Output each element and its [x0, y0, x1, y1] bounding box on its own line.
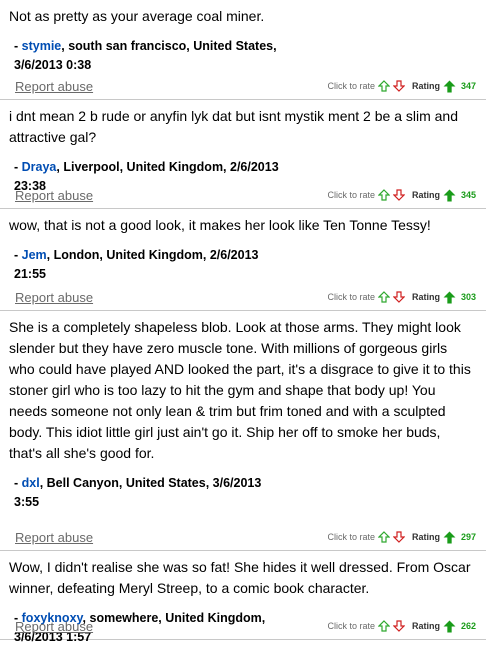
- comment-byline: - Jem, London, United Kingdom, 2/6/2013 …: [14, 246, 476, 284]
- comment-item: She is a completely shapeless blob. Look…: [0, 311, 486, 551]
- comment-username-link[interactable]: Jem: [22, 248, 47, 262]
- thumb-up-outline-icon[interactable]: [377, 620, 390, 632]
- rating-controls: Click to rate Rating 303: [327, 291, 476, 304]
- comment-username-link[interactable]: dxl: [22, 476, 40, 490]
- byline-dash: -: [14, 248, 22, 262]
- comment-location: , south san francisco, United States,: [61, 39, 277, 53]
- byline-dash: -: [14, 476, 22, 490]
- comment-text: Wow, I didn't realise she was so fat! Sh…: [9, 559, 471, 596]
- thumb-up-outline-icon[interactable]: [377, 291, 390, 303]
- report-abuse-link[interactable]: Report abuse: [15, 188, 93, 203]
- comment-byline: - dxl, Bell Canyon, United States, 3/6/2…: [14, 474, 476, 512]
- report-abuse-link[interactable]: Report abuse: [15, 530, 93, 545]
- byline-dash: -: [14, 160, 22, 174]
- comment-location: , Bell Canyon, United States, 3/6/2013: [39, 476, 262, 490]
- thumb-up-outline-icon[interactable]: [377, 80, 390, 92]
- comment-byline: - stymie, south san francisco, United St…: [14, 37, 476, 75]
- rating-controls: Click to rate Rating 345: [327, 189, 476, 202]
- click-to-rate-label: Click to rate: [327, 621, 375, 631]
- comment-item: Wow, I didn't realise she was so fat! Sh…: [0, 551, 486, 644]
- rating-label: Rating: [411, 292, 440, 302]
- rating-value: 347: [460, 81, 476, 91]
- byline-dash: -: [14, 39, 22, 53]
- click-to-rate-label: Click to rate: [327, 292, 375, 302]
- comment-footer: Report abuse Click to rate Rating 303: [15, 288, 476, 306]
- thumb-up-outline-icon[interactable]: [377, 531, 390, 543]
- comment-item: i dnt mean 2 b rude or anyfin lyk dat bu…: [0, 100, 486, 209]
- comment-text: i dnt mean 2 b rude or anyfin lyk dat bu…: [9, 108, 458, 145]
- comment-text: She is a completely shapeless blob. Look…: [9, 319, 471, 461]
- click-to-rate-label: Click to rate: [327, 190, 375, 200]
- rating-label: Rating: [411, 190, 440, 200]
- comment-date: 3/6/2013 0:38: [14, 58, 92, 72]
- report-abuse-link[interactable]: Report abuse: [15, 619, 93, 634]
- comment-location: , Liverpool, United Kingdom, 2/6/2013: [56, 160, 279, 174]
- report-abuse-link[interactable]: Report abuse: [15, 79, 93, 94]
- comment-item: Not as pretty as your average coal miner…: [0, 0, 486, 100]
- comment-footer: Report abuse Click to rate Rating 345: [15, 186, 476, 204]
- rating-value: 297: [460, 532, 476, 542]
- rating-up-arrow-icon: [443, 620, 456, 633]
- rating-up-arrow-icon: [443, 189, 456, 202]
- rating-up-arrow-icon: [443, 291, 456, 304]
- rating-up-arrow-icon: [443, 80, 456, 93]
- click-to-rate-label: Click to rate: [327, 81, 375, 91]
- thumb-up-outline-icon[interactable]: [377, 189, 390, 201]
- comment-footer: Report abuse Click to rate Rating 347: [15, 77, 476, 95]
- rating-value: 262: [460, 621, 476, 631]
- rating-controls: Click to rate Rating 347: [327, 80, 476, 93]
- comments-list: Not as pretty as your average coal miner…: [0, 0, 486, 644]
- rating-label: Rating: [411, 81, 440, 91]
- comment-footer: Report abuse Click to rate Rating 297: [15, 528, 476, 546]
- comment-username-link[interactable]: Draya: [22, 160, 57, 174]
- rating-controls: Click to rate Rating 262: [327, 620, 476, 633]
- comment-location: , London, United Kingdom, 2/6/2013: [46, 248, 259, 262]
- comment-item: wow, that is not a good look, it makes h…: [0, 209, 486, 311]
- comment-text: wow, that is not a good look, it makes h…: [9, 217, 431, 233]
- rating-value: 303: [460, 292, 476, 302]
- report-abuse-link[interactable]: Report abuse: [15, 290, 93, 305]
- thumb-down-outline-icon[interactable]: [392, 531, 405, 543]
- rating-label: Rating: [411, 532, 440, 542]
- comment-date: 3:55: [14, 495, 40, 509]
- comment-username-link[interactable]: stymie: [22, 39, 62, 53]
- comment-date: 21:55: [14, 267, 46, 281]
- rating-up-arrow-icon: [443, 531, 456, 544]
- thumb-down-outline-icon[interactable]: [392, 189, 405, 201]
- thumb-down-outline-icon[interactable]: [392, 80, 405, 92]
- thumb-down-outline-icon[interactable]: [392, 620, 405, 632]
- comment-text: Not as pretty as your average coal miner…: [9, 8, 265, 24]
- rating-value: 345: [460, 190, 476, 200]
- thumb-down-outline-icon[interactable]: [392, 291, 405, 303]
- click-to-rate-label: Click to rate: [327, 532, 375, 542]
- comment-footer: Report abuse Click to rate Rating 262: [15, 617, 476, 635]
- rating-controls: Click to rate Rating 297: [327, 531, 476, 544]
- rating-label: Rating: [411, 621, 440, 631]
